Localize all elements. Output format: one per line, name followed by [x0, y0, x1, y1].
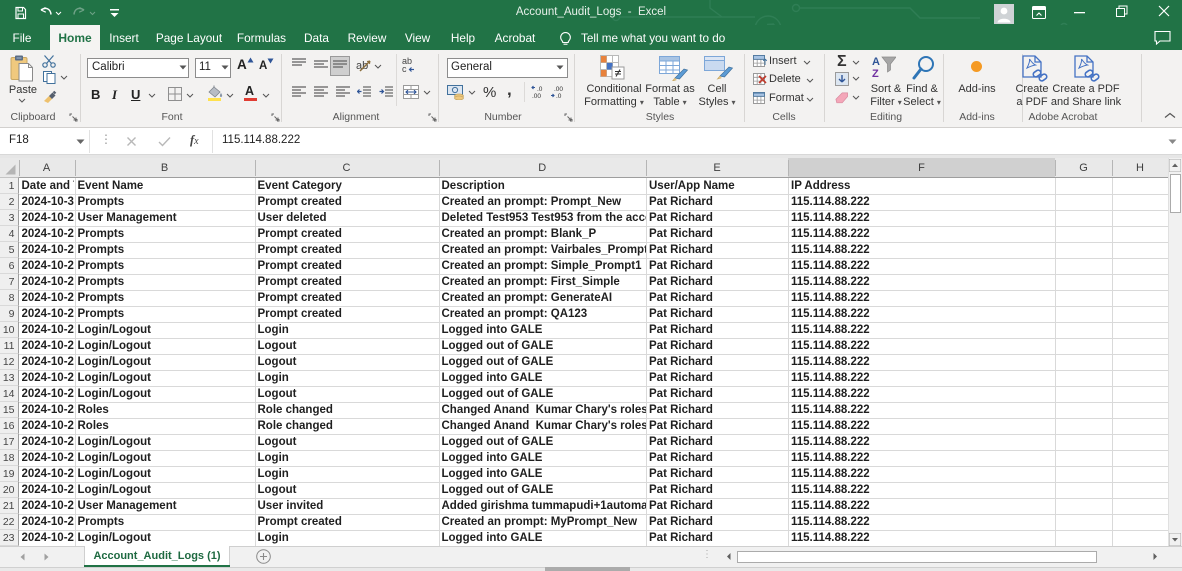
svg-text:A: A — [872, 56, 880, 68]
svg-text:.00: .00 — [554, 86, 563, 93]
svg-text:Z: Z — [872, 68, 879, 80]
svg-text:c: c — [402, 64, 407, 73]
svg-text:.0: .0 — [556, 93, 562, 99]
svg-text:.0: .0 — [537, 86, 543, 93]
svg-text:.00: .00 — [532, 93, 541, 99]
svg-text:ab: ab — [356, 60, 368, 72]
